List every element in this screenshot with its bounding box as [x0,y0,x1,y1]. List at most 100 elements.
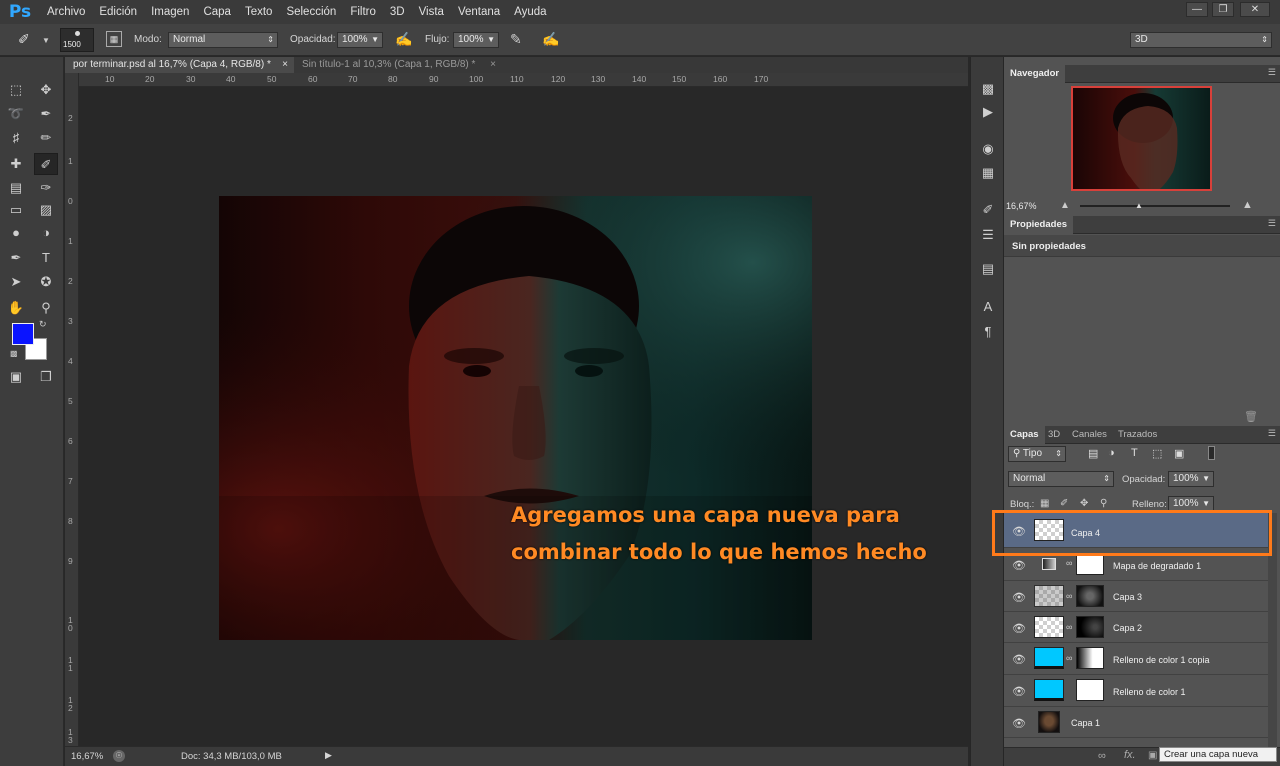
layer-row-capa-2[interactable]: 👁 ∞ Capa 2 [1004,613,1268,643]
color-palette-icon[interactable]: ◉ [977,139,999,159]
zoom-tool-icon[interactable]: ⚲ [34,297,58,319]
swatches-icon[interactable]: ▦ [977,163,999,183]
pressure-opacity-icon[interactable]: ✍ [395,31,412,48]
layer-row-capa-3[interactable]: 👁 ∞ Capa 3 [1004,582,1268,612]
menu-seleccion[interactable]: Selección [279,6,343,18]
fx-icon[interactable]: fx. [1124,749,1136,761]
link-icon[interactable]: ∞ [1066,653,1072,663]
type-tool-icon[interactable]: T [34,247,58,269]
layer-name[interactable]: Capa 1 [1071,718,1100,728]
swap-colors-icon[interactable]: ↻ [39,319,47,330]
paragraph-icon[interactable]: ¶ [977,322,999,342]
quick-mask-icon[interactable]: ▣ [4,366,28,388]
link-icon[interactable]: ∞ [1066,591,1072,601]
marquee-tool-icon[interactable]: ⬚ [4,79,28,101]
crop-tool-icon[interactable]: ♯ [4,127,28,149]
zoom-slider-handle[interactable]: ▲ [1135,201,1143,210]
panel-menu-icon[interactable]: ☰ [1268,218,1276,229]
tab-3d[interactable]: 3D [1042,426,1066,444]
navigator-thumbnail[interactable] [1071,86,1212,191]
tab-sin-titulo-1[interactable]: Sin título-1 al 10,3% (Capa 1, RGB/8) * … [294,57,502,73]
menu-archivo[interactable]: Archivo [40,6,92,18]
actions-icon[interactable]: ▶ [977,102,999,122]
zoom-value[interactable]: 16,67% [71,751,103,762]
filter-type-icon[interactable]: T [1131,447,1138,459]
trash-icon[interactable]: 🗑 [1244,410,1258,423]
dodge-tool-icon[interactable]: ◑ [34,222,58,244]
history-brush-icon[interactable]: ✑ [34,177,58,199]
layer-row-capa-1[interactable]: 👁 Capa 1 [1004,708,1268,738]
tab-capas[interactable]: Capas [1004,426,1045,444]
healing-brush-icon[interactable]: ✚ [4,153,28,175]
tab-por-terminar[interactable]: por terminar.psd al 16,7% (Capa 4, RGB/8… [65,57,294,73]
layer-filter-select[interactable]: ⚲ Tipo ⇕ [1008,446,1066,462]
history-icon[interactable]: ▩ [977,79,999,99]
close-tab-icon[interactable]: × [490,57,496,72]
close-icon[interactable]: ✕ [1240,2,1270,17]
layer-name[interactable]: Capa 2 [1113,623,1142,633]
lock-position-icon[interactable]: ✥ [1080,498,1088,509]
navigator-zoom[interactable]: 16,67% [1006,201,1037,211]
quick-selection-tool-icon[interactable]: ✒ [34,103,58,125]
panel-menu-icon[interactable]: ☰ [1268,428,1276,439]
filter-pixel-icon[interactable]: ▤ [1088,447,1098,460]
link-icon[interactable]: ∞ [1066,558,1072,568]
add-mask-icon[interactable]: ▣ [1148,750,1157,761]
visibility-eye-icon[interactable]: 👁 [1012,717,1026,730]
minimize-icon[interactable]: — [1186,2,1208,17]
screen-mode-icon[interactable]: ❐ [34,366,58,388]
link-layers-icon[interactable]: ∞ [1098,750,1106,762]
zoom-out-icon[interactable]: ▲ [1060,200,1070,211]
filter-adjustment-icon[interactable]: ◑ [1108,447,1115,459]
lock-transparency-icon[interactable]: ▦ [1040,498,1049,509]
link-icon[interactable]: ∞ [1066,622,1072,632]
menu-3d[interactable]: 3D [383,6,412,18]
lock-all-icon[interactable]: ⚲ [1100,498,1107,509]
foreground-color-swatch[interactable] [12,323,34,345]
document-image[interactable] [219,196,812,640]
brush-preset-picker[interactable]: 1500 [60,28,94,52]
brush-tool-icon[interactable]: ✐ [18,31,30,48]
visibility-eye-icon[interactable]: 👁 [1012,653,1026,666]
shape-tool-icon[interactable]: ✪ [34,271,58,293]
airbrush-icon[interactable]: ✎ [510,31,522,48]
layer-name[interactable]: Relleno de color 1 [1113,687,1186,697]
visibility-eye-icon[interactable]: 👁 [1012,685,1026,698]
brush-tool-icon[interactable]: ✐ [34,153,58,175]
hand-tool-icon[interactable]: ✋ [4,297,28,319]
pen-tool-icon[interactable]: ✒ [4,247,28,269]
panel-menu-icon[interactable]: ☰ [1268,67,1276,78]
tab-trazados[interactable]: Trazados [1112,426,1163,444]
default-colors-icon[interactable]: ▩ [10,349,18,358]
status-menu-icon[interactable]: ▶ [325,750,332,761]
clone-source-icon[interactable]: ▤ [977,259,999,279]
filter-shape-icon[interactable]: ⬚ [1152,447,1162,460]
flow-field[interactable]: 100% ▼ [453,32,499,48]
path-selection-icon[interactable]: ➤ [4,271,28,293]
tab-navegador[interactable]: Navegador [1004,65,1066,83]
visibility-eye-icon[interactable]: 👁 [1012,591,1026,604]
lock-pixels-icon[interactable]: ✐ [1060,498,1068,509]
menu-filtro[interactable]: Filtro [343,6,383,18]
close-tab-icon[interactable]: × [282,57,288,72]
workspace-select[interactable]: 3D ⇕ [1130,32,1272,48]
filter-smart-object-icon[interactable]: ▣ [1174,447,1184,460]
layer-opacity-field[interactable]: 100% ▼ [1168,471,1214,487]
menu-ventana[interactable]: Ventana [451,6,507,18]
tab-propiedades[interactable]: Propiedades [1004,216,1074,234]
brush-panel-icon[interactable]: ▦ [106,31,122,47]
character-icon[interactable]: A [977,297,999,317]
blur-tool-icon[interactable]: ● [4,222,28,244]
filter-toggle[interactable] [1208,446,1215,460]
brush-presets-icon[interactable]: ✐ [977,200,999,220]
status-info-icon[interactable]: ☉ [113,750,125,762]
layer-row-relleno[interactable]: 👁 Relleno de color 1 [1004,676,1268,707]
clone-stamp-icon[interactable]: ▤ [4,177,28,199]
eyedropper-tool-icon[interactable]: ✏ [34,127,58,149]
menu-edicion[interactable]: Edición [92,6,144,18]
layer-name[interactable]: Relleno de color 1 copia [1113,655,1210,665]
tab-canales[interactable]: Canales [1066,426,1113,444]
layer-row-relleno-copia[interactable]: 👁 ∞ Relleno de color 1 copia [1004,644,1268,675]
visibility-eye-icon[interactable]: 👁 [1012,622,1026,635]
menu-capa[interactable]: Capa [196,6,238,18]
